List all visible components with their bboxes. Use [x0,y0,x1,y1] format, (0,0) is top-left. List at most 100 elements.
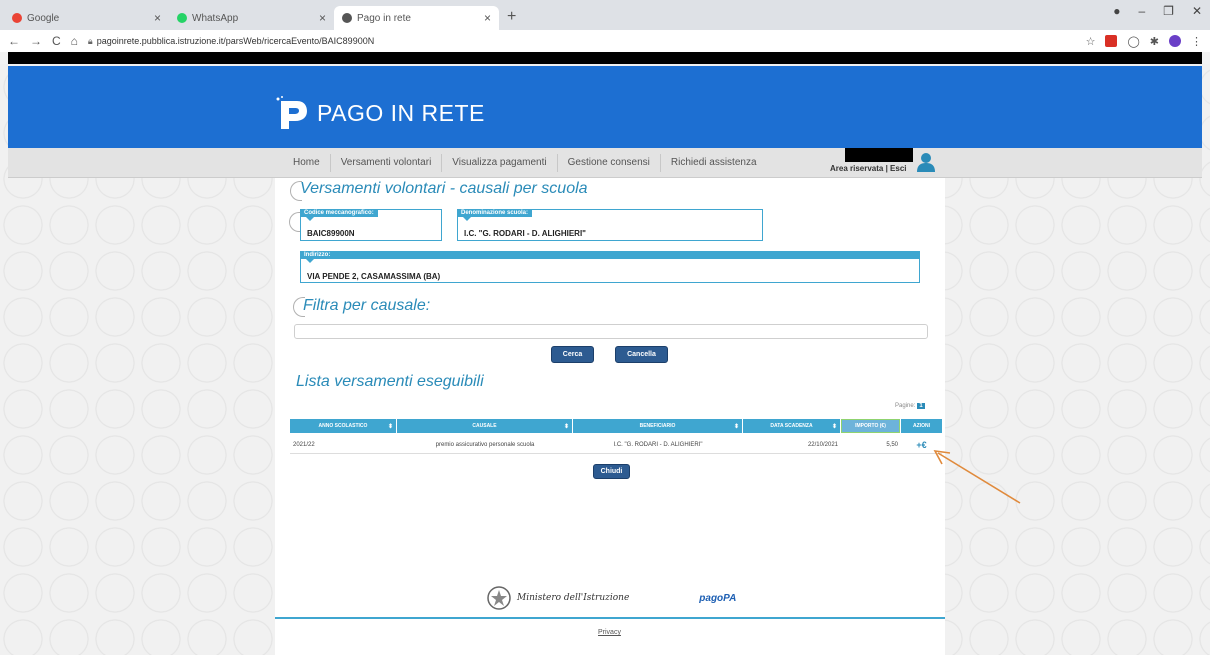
extension-icons: ☆ ◯ ✱ ⋮ [1086,35,1202,48]
nav-gestione-consensi[interactable]: Gestione consensi [558,154,661,172]
filter-title: Filtra per causale: [303,297,431,314]
page-title: Versamenti volontari - causali per scuol… [300,180,588,197]
th-beneficiario[interactable]: BENEFICIARIO ⬍ [573,419,743,433]
nav-versamenti-volontari[interactable]: Versamenti volontari [331,154,443,172]
close-icon[interactable]: × [154,11,161,25]
profile-dot-icon[interactable]: ● [1113,4,1120,18]
th-azioni: AZIONI [901,419,942,433]
th-label: BENEFICIARIO [639,423,676,429]
indirizzo-label: Indirizzo: [300,251,920,263]
tab-label: WhatsApp [192,12,239,24]
codice-value: BAIC89900N [307,229,355,238]
user-icon[interactable] [917,152,935,172]
whatsapp-favicon-icon [177,13,187,23]
list-title: Lista versamenti eseguibili [296,373,484,390]
italian-emblem-icon [487,586,511,610]
th-anno-scolastico[interactable]: ANNO SCOLASTICO ⬍ [290,419,397,433]
indirizzo-field: Indirizzo: VIA PENDE 2, CASAMASSIMA (BA) [300,251,920,283]
table-row: 2021/22 premio assicurativo personale sc… [290,436,942,454]
cell-anno: 2021/22 [293,441,315,448]
pay-action-icon[interactable]: +€ [916,440,926,450]
cell-importo: 5,50 [886,441,898,448]
close-icon[interactable]: × [319,11,326,25]
username-redacted [845,148,913,162]
nav-visualizza-pagamenti[interactable]: Visualizza pagamenti [442,154,558,172]
ministero-text: Ministero dell'Istruzione [517,593,630,603]
cancella-button[interactable]: Cancella [615,346,668,363]
maximize-icon[interactable]: ❐ [1163,4,1174,18]
pago-in-rete-logo-icon [276,96,307,129]
url-field[interactable]: 🔒︎ pagoinrete.pubblica.istruzione.it/pars… [88,36,1076,47]
nav-richiedi-assistenza[interactable]: Richiedi assistenza [661,154,767,172]
th-importo[interactable]: IMPORTO (€) [841,419,901,433]
chiudi-button[interactable]: Chiudi [593,464,630,479]
tab-google[interactable]: Google × [4,6,169,30]
table-header: ANNO SCOLASTICO ⬍ CAUSALE ⬍ BENEFICIARIO ⬍ … [290,419,942,433]
globe-favicon-icon [342,13,352,23]
footer-logos: Ministero dell'Istruzione pagoPA [485,585,736,611]
indirizzo-value: VIA PENDE 2, CASAMASSIMA (BA) [307,272,441,281]
lock-icon: 🔒︎ [87,35,93,46]
pagination: Pagine: 1 [895,403,925,409]
th-data-scadenza[interactable]: DATA SCADENZA ⬍ [743,419,841,433]
close-window-icon[interactable]: ✕ [1192,4,1202,18]
cell-beneficiario: I.C. "G. RODARI - D. ALIGHIERI" [613,441,703,448]
cell-scadenza: 22/10/2021 [807,441,838,448]
minimize-icon[interactable]: – [1138,4,1145,18]
home-icon[interactable]: ⌂ [71,34,78,48]
cell-causale: premio assicurativo personale scuola [435,441,535,448]
close-icon[interactable]: × [484,11,491,25]
codice-label: Codice meccanografico: [300,209,378,221]
causale-filter-input[interactable] [294,324,928,339]
footer-divider [275,617,945,619]
annotation-arrow-icon [933,449,1021,504]
denominazione-scuola-field: Denominazione scuola: I.C. "G. RODARI - … [457,209,763,241]
th-label: CAUSALE [472,423,497,429]
sort-icon: ⬍ [733,423,739,430]
sort-icon: ⬍ [563,423,569,430]
avatar[interactable] [1169,35,1181,47]
google-favicon-icon [12,13,22,23]
pagine-label: Pagine: [895,403,916,409]
site-logo[interactable]: PAGO IN RETE [275,95,485,131]
star-icon[interactable]: ☆ [1086,35,1096,48]
th-causale[interactable]: CAUSALE ⬍ [397,419,573,433]
opera-extension-icon[interactable]: ◯ [1127,35,1139,48]
site-header [8,66,1202,148]
privacy-link[interactable]: Privacy [598,629,621,636]
th-label: DATA SCADENZA [770,423,813,429]
tab-whatsapp[interactable]: WhatsApp × [169,6,334,30]
pagopa-logo: pagoPA [699,592,737,604]
denominazione-label: Denominazione scuola: [457,209,533,221]
content-panel [275,178,945,655]
bookmarks-bar-redacted [8,52,1202,64]
tab-label: Pago in rete [357,12,411,24]
sort-icon: ⬍ [831,423,837,430]
area-riservata-link[interactable]: Area riservata | Esci [830,164,907,173]
th-label: ANNO SCOLASTICO [318,423,368,429]
reload-icon[interactable]: C [52,34,61,48]
cerca-button[interactable]: Cerca [551,346,594,363]
th-label: AZIONI [913,423,930,429]
tab-label: Google [27,12,60,24]
tab-pago-in-rete[interactable]: Pago in rete × [334,6,499,30]
puzzle-extension-icon[interactable]: ✱ [1150,35,1159,48]
url-text: pagoinrete.pubblica.istruzione.it/parsWe… [96,35,375,46]
sort-icon: ⬍ [387,423,393,430]
ministero-logo: Ministero dell'Istruzione [485,585,629,611]
window-controls: ● – ❐ ✕ [1113,4,1202,18]
menu-icon[interactable]: ⋮ [1191,35,1202,48]
logo-text: PAGO IN RETE [317,99,485,126]
codice-meccanografico-field: Codice meccanografico: BAIC89900N [300,209,442,241]
nav-home[interactable]: Home [283,154,331,172]
page-number[interactable]: 1 [917,403,925,409]
pdf-extension-icon[interactable] [1105,35,1118,47]
back-icon[interactable]: ← [8,34,20,48]
forward-icon[interactable]: → [30,34,42,48]
nav-bar: Home Versamenti volontari Visualizza pag… [8,148,1202,178]
th-label: IMPORTO (€) [855,423,886,429]
browser-tabbar: Google × WhatsApp × Pago in rete × + ● –… [0,0,1210,30]
address-bar: ← → C ⌂ 🔒︎ pagoinrete.pubblica.istruzione… [0,30,1210,52]
new-tab-button[interactable]: + [499,6,524,30]
denominazione-value: I.C. "G. RODARI - D. ALIGHIERI" [464,229,586,238]
